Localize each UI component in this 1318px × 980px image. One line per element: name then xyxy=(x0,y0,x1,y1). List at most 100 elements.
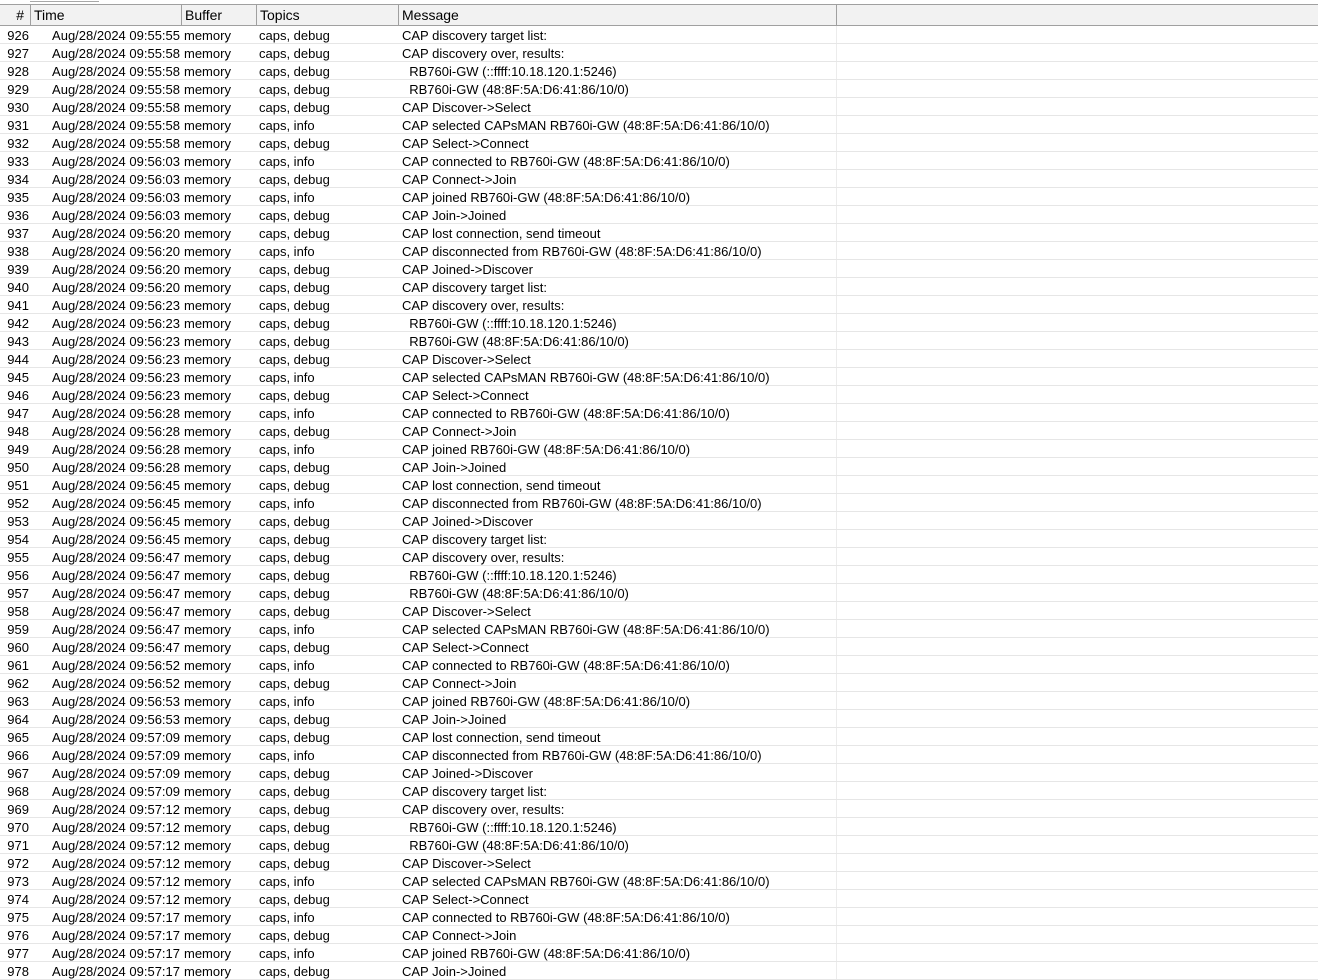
table-row[interactable]: 961 Aug/28/2024 09:56:52 memory caps, info C… xyxy=(0,656,1318,674)
cell-time: Aug/28/2024 09:56:03 xyxy=(52,208,180,223)
cell-topics: caps, debug xyxy=(259,28,330,43)
cell-buffer: memory xyxy=(184,532,231,547)
cell-time: Aug/28/2024 09:56:28 xyxy=(52,460,180,475)
table-row[interactable]: 952 Aug/28/2024 09:56:45 memory caps, info C… xyxy=(0,494,1318,512)
table-row[interactable]: 967 Aug/28/2024 09:57:09 memory caps, debug… xyxy=(0,764,1318,782)
table-row[interactable]: 978 Aug/28/2024 09:57:17 memory caps, debug… xyxy=(0,962,1318,980)
table-row[interactable]: 930 Aug/28/2024 09:55:58 memory caps, debug… xyxy=(0,98,1318,116)
table-row[interactable]: 945 Aug/28/2024 09:56:23 memory caps, info C… xyxy=(0,368,1318,386)
table-row[interactable]: 941 Aug/28/2024 09:56:23 memory caps, debug… xyxy=(0,296,1318,314)
cell-time: Aug/28/2024 09:56:53 xyxy=(52,694,180,709)
table-row[interactable]: 949 Aug/28/2024 09:56:28 memory caps, info C… xyxy=(0,440,1318,458)
cell-buffer: memory xyxy=(184,928,231,943)
table-row[interactable]: 953 Aug/28/2024 09:56:45 memory caps, debug… xyxy=(0,512,1318,530)
table-row[interactable]: 935 Aug/28/2024 09:56:03 memory caps, info C… xyxy=(0,188,1318,206)
cell-num: 936 xyxy=(7,208,29,223)
cell-num: 965 xyxy=(7,730,29,745)
cell-message: CAP joined RB760i-GW (48:8F:5A:D6:41:86/… xyxy=(402,442,691,457)
table-row[interactable]: 962 Aug/28/2024 09:56:52 memory caps, debug… xyxy=(0,674,1318,692)
cell-buffer: memory xyxy=(184,820,231,835)
table-row[interactable]: 964 Aug/28/2024 09:56:53 memory caps, debug… xyxy=(0,710,1318,728)
table-row[interactable]: 965 Aug/28/2024 09:57:09 memory caps, debug… xyxy=(0,728,1318,746)
cell-topics: caps, debug xyxy=(259,568,330,583)
table-row[interactable]: 947 Aug/28/2024 09:56:28 memory caps, info C… xyxy=(0,404,1318,422)
cell-topics: caps, debug xyxy=(259,460,330,475)
table-row[interactable]: 963 Aug/28/2024 09:56:53 memory caps, info C… xyxy=(0,692,1318,710)
table-row[interactable]: 957 Aug/28/2024 09:56:47 memory caps, debug… xyxy=(0,584,1318,602)
table-row[interactable]: 976 Aug/28/2024 09:57:17 memory caps, debug… xyxy=(0,926,1318,944)
table-row[interactable]: 977 Aug/28/2024 09:57:17 memory caps, info C… xyxy=(0,944,1318,962)
table-row[interactable]: 942 Aug/28/2024 09:56:23 memory caps, debug… xyxy=(0,314,1318,332)
table-row[interactable]: 937 Aug/28/2024 09:56:20 memory caps, debug… xyxy=(0,224,1318,242)
table-row[interactable]: 970 Aug/28/2024 09:57:12 memory caps, debug… xyxy=(0,818,1318,836)
cell-num: 960 xyxy=(7,640,29,655)
table-row[interactable]: 933 Aug/28/2024 09:56:03 memory caps, info C… xyxy=(0,152,1318,170)
table-row[interactable]: 926 Aug/28/2024 09:55:55 memory caps, debug… xyxy=(0,26,1318,44)
cell-topics: caps, info xyxy=(259,622,315,637)
table-row[interactable]: 927 Aug/28/2024 09:55:58 memory caps, debug… xyxy=(0,44,1318,62)
cell-num: 957 xyxy=(7,586,29,601)
table-row[interactable]: 943 Aug/28/2024 09:56:23 memory caps, debug… xyxy=(0,332,1318,350)
cell-message: CAP joined RB760i-GW (48:8F:5A:D6:41:86/… xyxy=(402,946,691,961)
table-row[interactable]: 959 Aug/28/2024 09:56:47 memory caps, info C… xyxy=(0,620,1318,638)
column-header-buffer[interactable]: Buffer xyxy=(182,5,257,25)
cell-message: CAP Select->Connect xyxy=(402,892,529,907)
column-header-num[interactable]: # xyxy=(0,5,31,25)
table-row[interactable]: 974 Aug/28/2024 09:57:12 memory caps, debug… xyxy=(0,890,1318,908)
table-row[interactable]: 931 Aug/28/2024 09:55:58 memory caps, info C… xyxy=(0,116,1318,134)
cell-time: Aug/28/2024 09:55:58 xyxy=(52,82,180,97)
table-row[interactable]: 972 Aug/28/2024 09:57:12 memory caps, debug… xyxy=(0,854,1318,872)
cell-buffer: memory xyxy=(184,784,231,799)
cell-topics: caps, info xyxy=(259,748,315,763)
cell-time: Aug/28/2024 09:57:12 xyxy=(52,838,180,853)
table-row[interactable]: 950 Aug/28/2024 09:56:28 memory caps, debug… xyxy=(0,458,1318,476)
cell-message: CAP discovery over, results: xyxy=(402,802,565,817)
table-row[interactable]: 946 Aug/28/2024 09:56:23 memory caps, debug… xyxy=(0,386,1318,404)
table-row[interactable]: 932 Aug/28/2024 09:55:58 memory caps, debug… xyxy=(0,134,1318,152)
cell-message: CAP Select->Connect xyxy=(402,136,529,151)
cell-num: 964 xyxy=(7,712,29,727)
cell-time: Aug/28/2024 09:56:23 xyxy=(52,316,180,331)
cell-time: Aug/28/2024 09:57:09 xyxy=(52,766,180,781)
table-row[interactable]: 934 Aug/28/2024 09:56:03 memory caps, debug… xyxy=(0,170,1318,188)
table-row[interactable]: 936 Aug/28/2024 09:56:03 memory caps, debug… xyxy=(0,206,1318,224)
table-row[interactable]: 971 Aug/28/2024 09:57:12 memory caps, debug… xyxy=(0,836,1318,854)
cell-time: Aug/28/2024 09:56:45 xyxy=(52,496,180,511)
cell-message: CAP Join->Joined xyxy=(402,460,507,475)
cell-message: CAP Select->Connect xyxy=(402,640,529,655)
column-header-message[interactable]: Message xyxy=(399,5,837,25)
table-row[interactable]: 956 Aug/28/2024 09:56:47 memory caps, debug… xyxy=(0,566,1318,584)
table-row[interactable]: 955 Aug/28/2024 09:56:47 memory caps, debug… xyxy=(0,548,1318,566)
table-row[interactable]: 975 Aug/28/2024 09:57:17 memory caps, info C… xyxy=(0,908,1318,926)
cell-topics: caps, debug xyxy=(259,640,330,655)
cell-topics: caps, debug xyxy=(259,838,330,853)
table-row[interactable]: 966 Aug/28/2024 09:57:09 memory caps, info C… xyxy=(0,746,1318,764)
table-row[interactable]: 948 Aug/28/2024 09:56:28 memory caps, debug… xyxy=(0,422,1318,440)
cell-topics: caps, debug xyxy=(259,316,330,331)
cell-buffer: memory xyxy=(184,82,231,97)
table-row[interactable]: 968 Aug/28/2024 09:57:09 memory caps, debug… xyxy=(0,782,1318,800)
table-row[interactable]: 939 Aug/28/2024 09:56:20 memory caps, debug… xyxy=(0,260,1318,278)
cell-buffer: memory xyxy=(184,748,231,763)
table-row[interactable]: 940 Aug/28/2024 09:56:20 memory caps, debug… xyxy=(0,278,1318,296)
cell-time: Aug/28/2024 09:55:58 xyxy=(52,136,180,151)
table-row[interactable]: 929 Aug/28/2024 09:55:58 memory caps, debug… xyxy=(0,80,1318,98)
table-row[interactable]: 951 Aug/28/2024 09:56:45 memory caps, debug… xyxy=(0,476,1318,494)
cell-time: Aug/28/2024 09:56:47 xyxy=(52,622,180,637)
table-row[interactable]: 938 Aug/28/2024 09:56:20 memory caps, info C… xyxy=(0,242,1318,260)
table-row[interactable]: 973 Aug/28/2024 09:57:12 memory caps, info C… xyxy=(0,872,1318,890)
table-row[interactable]: 960 Aug/28/2024 09:56:47 memory caps, debug… xyxy=(0,638,1318,656)
column-header-time[interactable]: Time xyxy=(31,5,182,25)
table-row[interactable]: 928 Aug/28/2024 09:55:58 memory caps, debug… xyxy=(0,62,1318,80)
cell-topics: caps, info xyxy=(259,442,315,457)
table-row[interactable]: 944 Aug/28/2024 09:56:23 memory caps, debug… xyxy=(0,350,1318,368)
cell-buffer: memory xyxy=(184,478,231,493)
table-row[interactable]: 969 Aug/28/2024 09:57:12 memory caps, debug… xyxy=(0,800,1318,818)
table-row[interactable]: 958 Aug/28/2024 09:56:47 memory caps, debug… xyxy=(0,602,1318,620)
cell-num: 952 xyxy=(7,496,29,511)
table-row[interactable]: 954 Aug/28/2024 09:56:45 memory caps, debug… xyxy=(0,530,1318,548)
cell-num: 945 xyxy=(7,370,29,385)
cell-num: 970 xyxy=(7,820,29,835)
column-header-topics[interactable]: Topics xyxy=(257,5,399,25)
cell-message: CAP Connect->Join xyxy=(402,172,517,187)
